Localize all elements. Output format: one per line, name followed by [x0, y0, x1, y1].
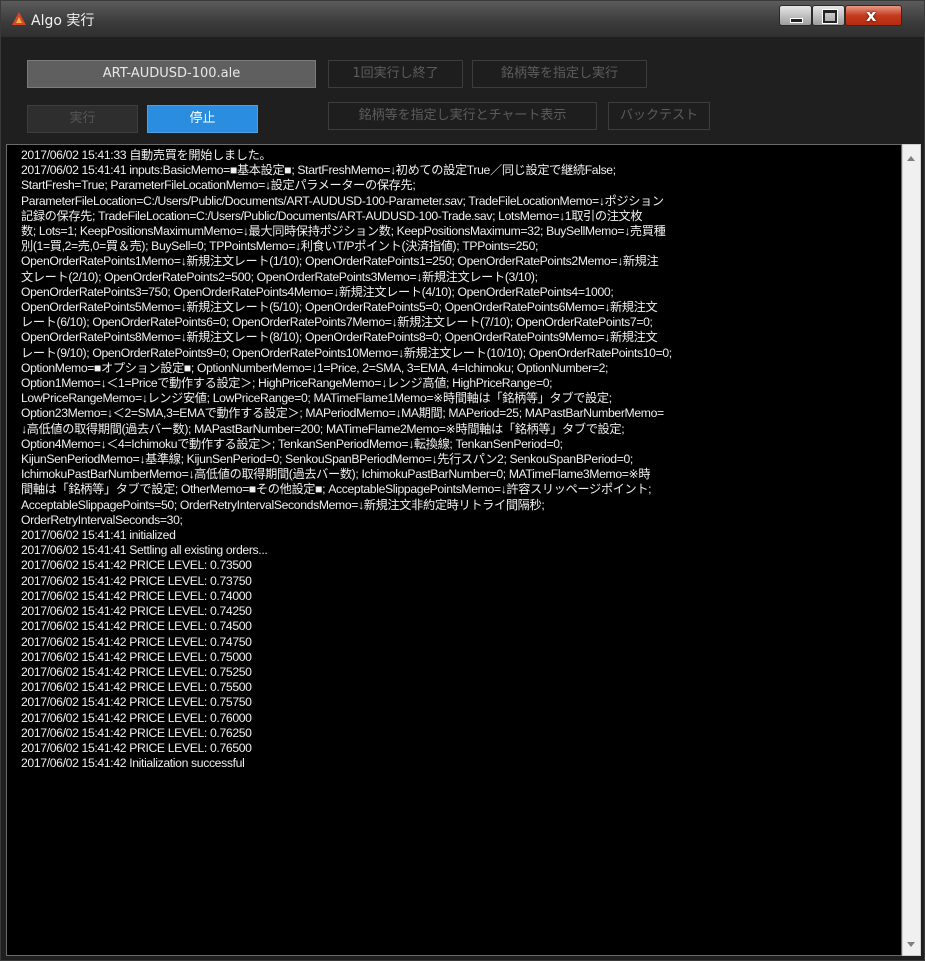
- log-line: 2017/06/02 15:41:42 PRICE LEVEL: 0.74250: [21, 604, 252, 619]
- log-line: 2017/06/02 15:41:42 PRICE LEVEL: 0.76250: [21, 725, 252, 740]
- log-line: OpenOrderRatePoints3=750; OpenOrderRateP…: [21, 284, 614, 299]
- log-line: 2017/06/02 15:41:42 PRICE LEVEL: 0.73500: [21, 558, 252, 573]
- maximize-button[interactable]: [812, 5, 845, 26]
- backtest-button[interactable]: バックテスト: [608, 102, 710, 130]
- close-button[interactable]: x: [845, 5, 902, 26]
- log-line: 2017/06/02 15:41:42 PRICE LEVEL: 0.74750: [21, 634, 252, 649]
- log-line: OrderRetryIntervalSeconds=30;: [21, 512, 183, 527]
- title-bar[interactable]: Algo 実行 x: [1, 1, 924, 37]
- log-line: 文レート(2/10); OpenOrderRatePoints2=500; Op…: [21, 269, 538, 284]
- stop-button[interactable]: 停止: [147, 105, 258, 133]
- run-button[interactable]: 実行: [27, 105, 138, 133]
- log-line: 記録の保存先; TradeFileLocation=C:/Users/Publi…: [21, 208, 643, 223]
- log-line: 2017/06/02 15:41:42 PRICE LEVEL: 0.76000: [21, 710, 252, 725]
- log-line: KijunSenPeriodMemo=↓基準線; KijunSenPeriod=…: [21, 452, 633, 467]
- log-line: AcceptableSlippagePoints=50; OrderRetryI…: [21, 497, 545, 512]
- log-line: ParameterFileLocation=C:/Users/Public/Do…: [21, 193, 664, 208]
- algo-app-icon: [12, 12, 26, 25]
- algo-window: Algo 実行 x ART-AUDUSD-100.ale 1回実行し終了 銘柄等…: [0, 0, 925, 961]
- log-line: 2017/06/02 15:41:41 inputs:BasicMemo=■基本…: [21, 163, 616, 178]
- log-line: 2017/06/02 15:41:42 PRICE LEVEL: 0.75500: [21, 680, 252, 695]
- log-line: 2017/06/02 15:41:42 PRICE LEVEL: 0.74000: [21, 588, 252, 603]
- log-line: 2017/06/02 15:41:42 Initialization succe…: [21, 756, 245, 771]
- maximize-icon: [823, 10, 837, 23]
- log-line: 2017/06/02 15:41:42 PRICE LEVEL: 0.75000: [21, 649, 252, 664]
- minimize-button[interactable]: [779, 5, 812, 26]
- log-line: LowPriceRangeMemo=↓レンジ安値; LowPriceRange=…: [21, 391, 612, 406]
- run-with-symbol-and-chart-button[interactable]: 銘柄等を指定し実行とチャート表示: [328, 102, 597, 130]
- log-line: 2017/06/02 15:41:33 自動売買を開始しました。: [21, 148, 272, 162]
- log-line: OpenOrderRatePoints5Memo=↓新規注文レート(5/10);…: [21, 300, 658, 315]
- log-line: OptionMemo=■オプション設定■; OptionNumberMemo=↓…: [21, 360, 609, 375]
- log-line: 2017/06/02 15:41:42 PRICE LEVEL: 0.73750: [21, 573, 252, 588]
- log-line: 2017/06/02 15:41:42 PRICE LEVEL: 0.76500: [21, 740, 252, 755]
- log-line: レート(9/10); OpenOrderRatePoints9=0; OpenO…: [21, 345, 672, 360]
- log-line: Option1Memo=↓＜1=Priceで動作する設定＞; HighPrice…: [21, 376, 553, 391]
- minimize-icon: [790, 18, 803, 23]
- log-line: 2017/06/02 15:41:42 PRICE LEVEL: 0.75250: [21, 664, 252, 679]
- run-with-symbol-button[interactable]: 銘柄等を指定し実行: [472, 60, 647, 88]
- log-line: 2017/06/02 15:41:42 PRICE LEVEL: 0.75750: [21, 695, 252, 710]
- log-line: 2017/06/02 15:41:41 Settling all existin…: [21, 543, 268, 558]
- close-icon: x: [866, 6, 877, 25]
- log-line: 数; Lots=1; KeepPositionsMaximumMemo=↓最大同…: [21, 224, 666, 239]
- log-line: ↓高低値の取得期間(過去バー数); MAPastBarNumber=200; M…: [21, 421, 625, 436]
- log-line: StartFresh=True; ParameterFileLocationMe…: [21, 178, 416, 193]
- log-line: レート(6/10); OpenOrderRatePoints6=0; OpenO…: [21, 315, 653, 330]
- window-title: Algo 実行: [31, 13, 95, 29]
- log-output[interactable]: 2017/06/02 15:41:33 自動売買を開始しました。 2017/06/…: [6, 144, 902, 956]
- log-line: IchimokuPastBarNumberMemo=↓高低値の取得期間(過去バー…: [21, 467, 651, 482]
- log-line: OpenOrderRatePoints1Memo=↓新規注文レート(1/10);…: [21, 254, 659, 269]
- log-text: 2017/06/02 15:41:33 自動売買を開始しました。 2017/06/…: [7, 145, 901, 771]
- log-scrollbar[interactable]: [902, 144, 921, 956]
- log-line: Option4Memo=↓＜4=Ichimokuで動作する設定＞; Tenkan…: [21, 436, 563, 451]
- log-line: Option23Memo=↓＜2=SMA,3=EMAで動作する設定＞; MAPe…: [21, 406, 664, 421]
- scroll-down-arrow-icon[interactable]: [907, 942, 915, 947]
- algo-file-button[interactable]: ART-AUDUSD-100.ale: [27, 60, 316, 88]
- log-line: 2017/06/02 15:41:42 PRICE LEVEL: 0.74500: [21, 619, 252, 634]
- run-once-button[interactable]: 1回実行し終了: [328, 60, 463, 88]
- log-line: OpenOrderRatePoints8Memo=↓新規注文レート(8/10);…: [21, 330, 658, 345]
- scroll-up-arrow-icon[interactable]: [907, 156, 915, 161]
- log-line: 別(1=買,2=売,0=買＆売); BuySell=0; TPPointsMem…: [21, 239, 539, 254]
- log-line: 間軸は「銘柄等」タブで設定; OtherMemo=■その他設定■; Accept…: [21, 482, 652, 497]
- log-line: 2017/06/02 15:41:41 initialized: [21, 528, 176, 543]
